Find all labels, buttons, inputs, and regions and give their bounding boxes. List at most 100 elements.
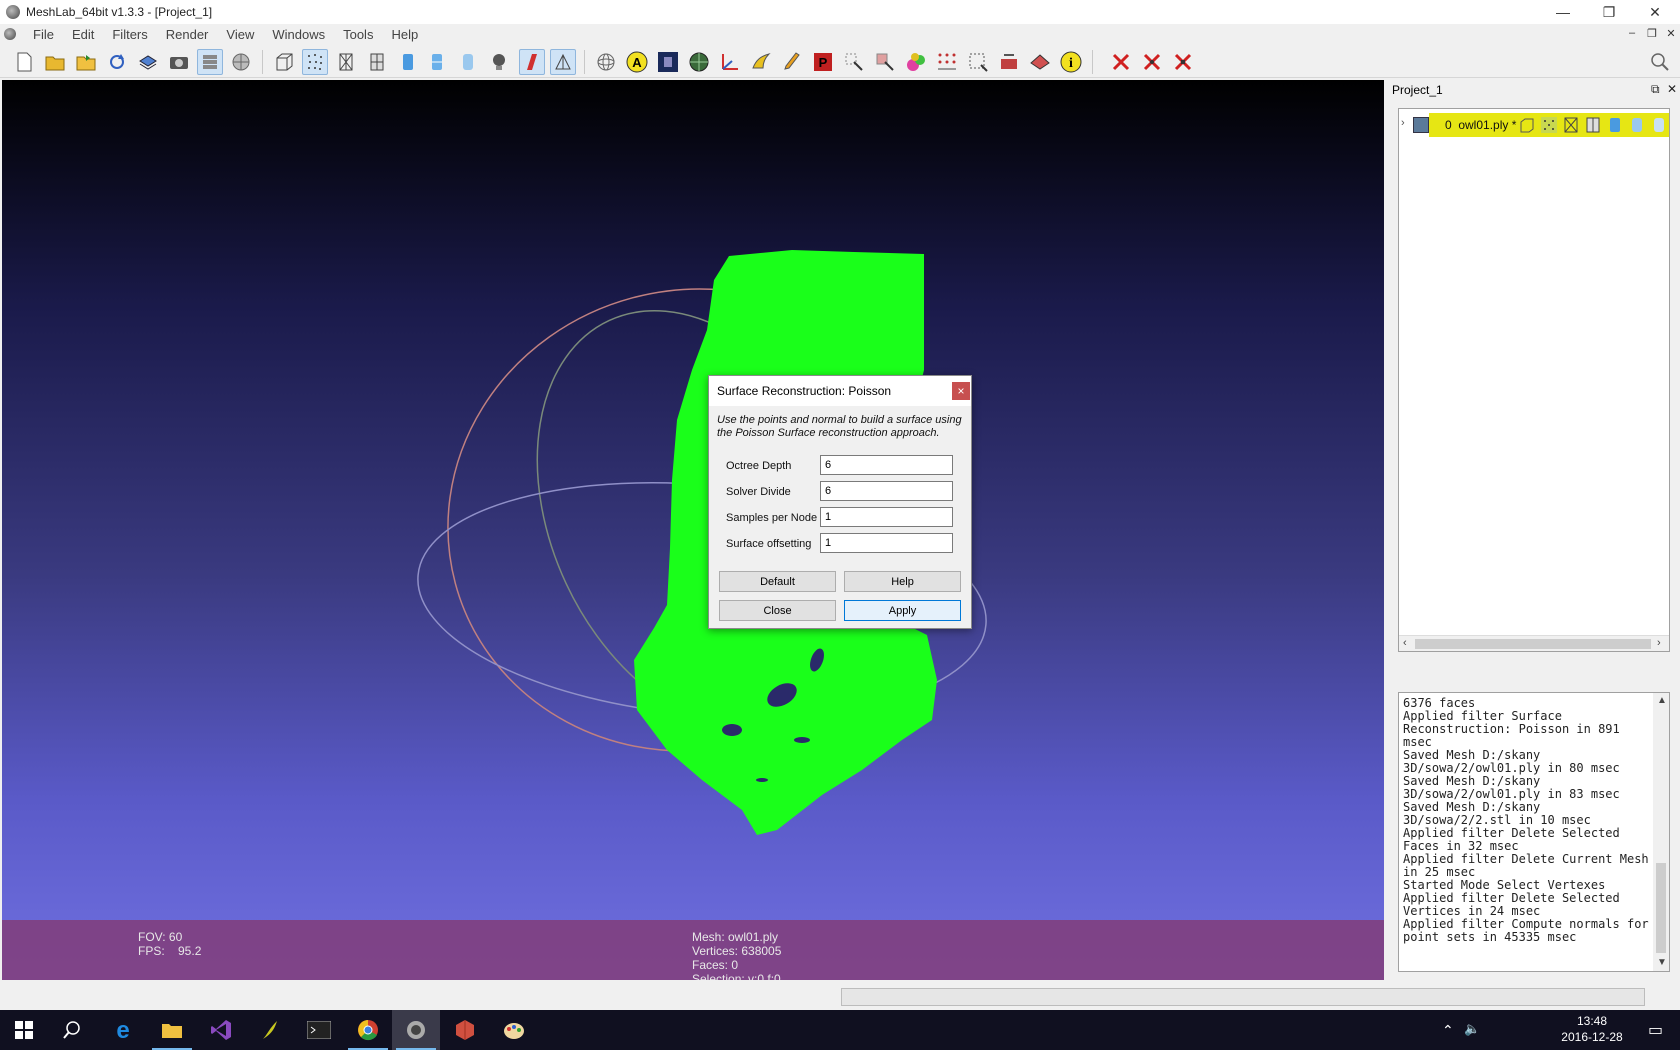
double-side-light-icon[interactable] <box>519 49 545 75</box>
menu-windows[interactable]: Windows <box>263 27 334 42</box>
menu-help[interactable]: Help <box>382 27 427 42</box>
delete-vertices-icon[interactable] <box>1108 49 1134 75</box>
tray-overflow-icon[interactable]: ⌃ <box>1442 1022 1454 1039</box>
menu-file[interactable]: File <box>24 27 63 42</box>
delete-faces-vertices-icon[interactable] <box>1170 49 1196 75</box>
hscroll-thumb[interactable] <box>1415 639 1651 649</box>
light-bulb-icon[interactable] <box>486 49 512 75</box>
slicer-app-icon[interactable] <box>246 1010 294 1050</box>
close-button[interactable]: Close <box>719 600 836 621</box>
layer-hiddenlines-icon[interactable] <box>1585 117 1601 133</box>
scroll-down-icon[interactable]: ▼ <box>1657 957 1667 968</box>
reload-icon[interactable] <box>104 49 130 75</box>
scroll-left-icon[interactable]: ‹ <box>1403 637 1407 649</box>
solver-divide-input[interactable] <box>820 481 953 501</box>
3d-viewport[interactable]: FOV: 60 FPS: 95.2 Mesh: owl01.ply Vertic… <box>2 80 1384 980</box>
open-project-icon[interactable] <box>42 49 68 75</box>
log-window[interactable]: 6376 faces Applied filter Surface Recons… <box>1398 692 1670 972</box>
dialog-close-icon[interactable]: × <box>952 382 970 400</box>
apply-button[interactable]: Apply <box>844 600 961 621</box>
search-icon[interactable] <box>1647 49 1673 75</box>
layer-smooth-icon[interactable] <box>1629 117 1645 133</box>
default-button[interactable]: Default <box>719 571 836 592</box>
meshlab-taskbar-icon[interactable] <box>392 1010 440 1050</box>
globe-render-icon[interactable] <box>686 49 712 75</box>
layer-name[interactable]: 0 owl01.ply * <box>1445 118 1516 132</box>
scroll-right-icon[interactable]: › <box>1657 637 1661 649</box>
layer-flat-icon[interactable] <box>1607 117 1623 133</box>
vscroll-thumb[interactable] <box>1656 863 1666 953</box>
mdi-close-button[interactable]: ✕ <box>1664 26 1678 40</box>
help-button[interactable]: Help <box>844 571 961 592</box>
trackball-icon[interactable] <box>593 49 619 75</box>
color-paint-icon[interactable] <box>903 49 929 75</box>
snapshot-icon[interactable] <box>166 49 192 75</box>
menu-render[interactable]: Render <box>157 27 218 42</box>
paint-brush-icon[interactable] <box>779 49 805 75</box>
taskbar-search-icon[interactable] <box>48 1010 96 1050</box>
import-mesh-icon[interactable] <box>73 49 99 75</box>
layer-expand-icon[interactable]: › <box>1401 117 1405 129</box>
notification-center-icon[interactable]: ▭ <box>1648 1020 1663 1040</box>
minimize-button[interactable]: — <box>1540 0 1586 24</box>
dialog-titlebar[interactable]: Surface Reconstruction: Poisson <box>709 376 971 406</box>
start-windows-icon[interactable] <box>0 1010 48 1050</box>
reference-icon[interactable] <box>934 49 960 75</box>
new-project-icon[interactable] <box>11 49 37 75</box>
raster-icon[interactable] <box>228 49 254 75</box>
points-render-icon[interactable] <box>302 49 328 75</box>
layer-visibility-icon[interactable] <box>1413 117 1429 133</box>
octree-depth-input[interactable] <box>820 455 953 475</box>
axis-icon[interactable] <box>717 49 743 75</box>
menu-view[interactable]: View <box>217 27 263 42</box>
menu-filters[interactable]: Filters <box>103 27 156 42</box>
chrome-browser-icon[interactable] <box>344 1010 392 1050</box>
select-area-icon[interactable] <box>965 49 991 75</box>
menu-edit[interactable]: Edit <box>63 27 103 42</box>
scene-canvas[interactable] <box>2 80 1384 980</box>
smooth-render-icon[interactable] <box>455 49 481 75</box>
menu-tools[interactable]: Tools <box>334 27 382 42</box>
command-prompt-icon[interactable] <box>295 1010 343 1050</box>
scroll-up-icon[interactable]: ▲ <box>1657 695 1667 706</box>
info-icon[interactable]: i <box>1058 49 1084 75</box>
select-connected-icon[interactable] <box>1027 49 1053 75</box>
paint-app-icon[interactable] <box>490 1010 538 1050</box>
layer-wireframe-icon[interactable] <box>1563 117 1579 133</box>
layer-dialog-icon[interactable] <box>197 49 223 75</box>
flat-render-icon[interactable] <box>395 49 421 75</box>
layer-points-icon[interactable] <box>1541 117 1557 133</box>
taskbar-clock[interactable]: 13:48 2016-12-28 <box>1552 1013 1632 1045</box>
export-mesh-icon[interactable] <box>135 49 161 75</box>
panel-float-icon[interactable]: ⧉ <box>1651 82 1660 97</box>
select-faces-icon[interactable] <box>872 49 898 75</box>
layer-texture-icon[interactable] <box>1651 117 1667 133</box>
manipulator-icon[interactable] <box>748 49 774 75</box>
layer-bbox-icon[interactable] <box>1519 117 1535 133</box>
quality-map-icon[interactable] <box>655 49 681 75</box>
close-window-button[interactable]: ✕ <box>1632 0 1678 24</box>
samples-per-node-input[interactable] <box>820 507 953 527</box>
bbox-render-icon[interactable] <box>271 49 297 75</box>
flat-lines-render-icon[interactable] <box>424 49 450 75</box>
mdi-document-icon[interactable] <box>4 28 16 40</box>
panel-close-icon[interactable]: ✕ <box>1667 82 1677 96</box>
file-explorer-icon[interactable] <box>148 1010 196 1050</box>
layer-row[interactable]: › 0 owl01.ply * <box>1399 113 1669 137</box>
label-a-icon[interactable]: A <box>624 49 650 75</box>
visual-studio-icon[interactable] <box>197 1010 245 1050</box>
log-vscrollbar[interactable]: ▲ ▼ <box>1653 693 1669 971</box>
restore-button[interactable]: ❐ <box>1586 0 1632 24</box>
hiddenlines-render-icon[interactable] <box>364 49 390 75</box>
pdf-icon[interactable]: P <box>810 49 836 75</box>
mdi-restore-button[interactable]: ❐ <box>1645 26 1659 40</box>
volume-icon[interactable]: 🔈 <box>1464 1021 1480 1037</box>
surface-offsetting-input[interactable] <box>820 533 953 553</box>
delete-select-icon[interactable] <box>996 49 1022 75</box>
layer-tree-hscrollbar[interactable]: ‹ › <box>1399 635 1669 651</box>
3d-app-icon[interactable] <box>441 1010 489 1050</box>
mdi-minimize-button[interactable]: – <box>1625 26 1639 40</box>
edge-browser-icon[interactable]: e <box>99 1010 147 1050</box>
backface-cull-icon[interactable] <box>550 49 576 75</box>
layer-tree[interactable]: › 0 owl01.ply * ‹ › <box>1398 108 1670 652</box>
